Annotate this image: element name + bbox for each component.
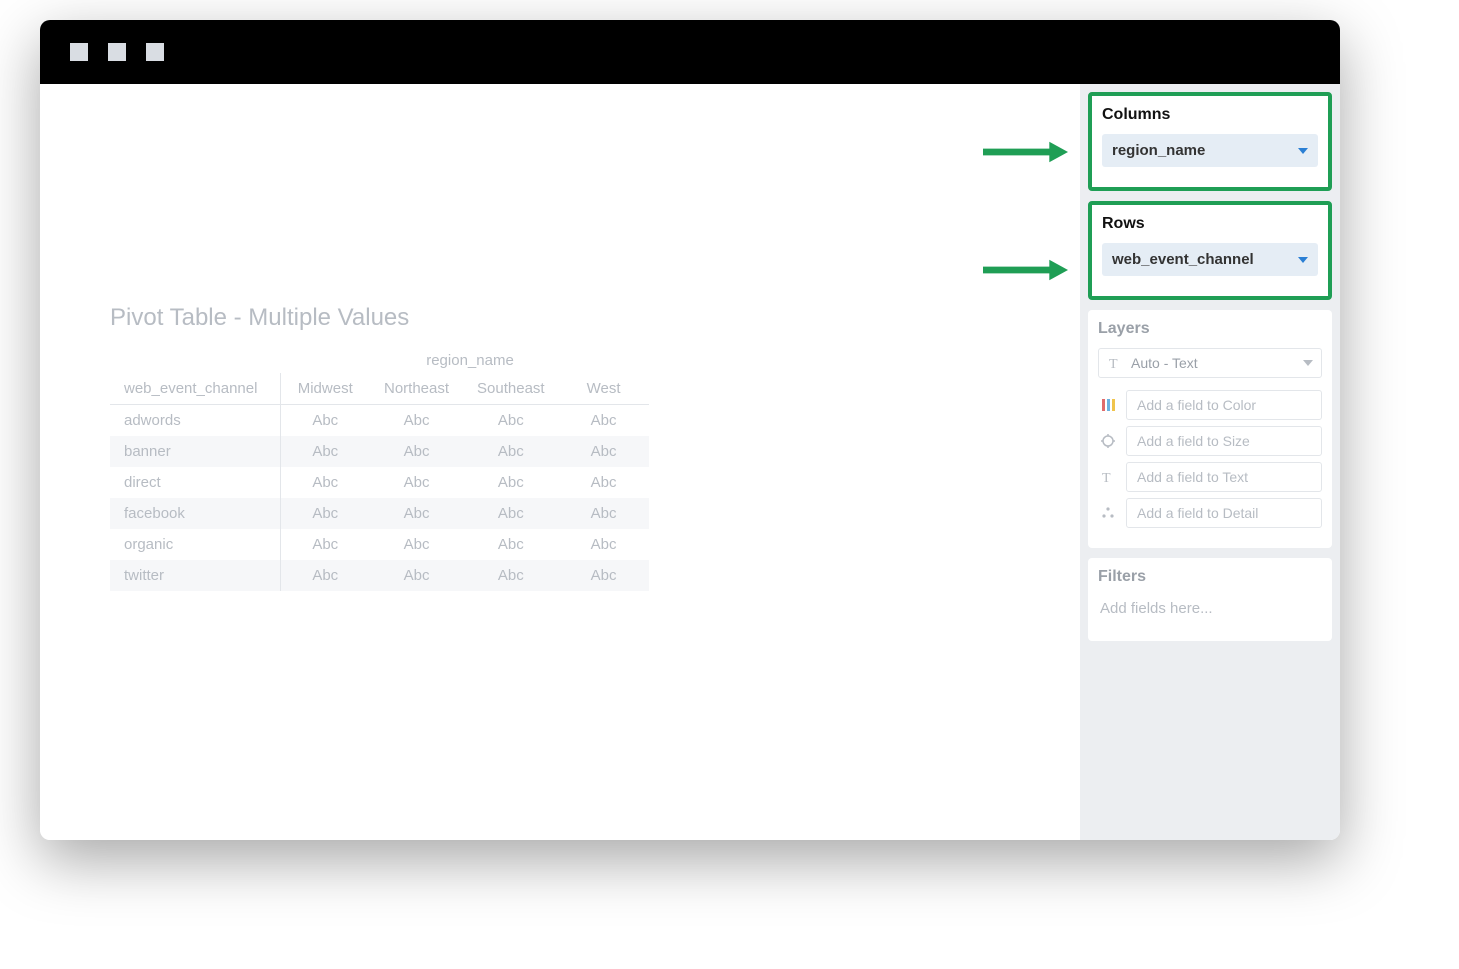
table-row: directAbcAbcAbcAbc xyxy=(110,467,649,498)
cell: Abc xyxy=(463,436,559,467)
pivot-table: web_event_channel Midwest Northeast Sout… xyxy=(110,373,649,591)
table-row: twitterAbcAbcAbcAbc xyxy=(110,560,649,591)
text-dropzone[interactable]: Add a field to Text xyxy=(1126,462,1322,492)
table-row: organicAbcAbcAbcAbc xyxy=(110,529,649,560)
pivot-title: Pivot Table - Multiple Values xyxy=(110,304,1040,332)
rows-pill-label: web_event_channel xyxy=(1112,251,1254,268)
titlebar-square-icon xyxy=(146,43,164,61)
columns-shelf[interactable]: Columns region_name xyxy=(1088,92,1332,191)
filters-placeholder: Add fields here... xyxy=(1098,596,1322,621)
cell: Abc xyxy=(370,436,463,467)
cell: Abc xyxy=(280,560,370,591)
dropdown-caret-icon xyxy=(1298,148,1308,154)
columns-pill[interactable]: region_name xyxy=(1102,134,1318,167)
detail-dropzone[interactable]: Add a field to Detail xyxy=(1126,498,1322,528)
column-super-header: region_name xyxy=(280,352,660,369)
columns-shelf-title: Columns xyxy=(1102,106,1318,124)
svg-text:T: T xyxy=(1109,357,1118,371)
table-row: adwordsAbcAbcAbcAbc xyxy=(110,405,649,437)
size-icon xyxy=(1098,433,1118,449)
filters-shelf[interactable]: Filters Add fields here... xyxy=(1088,558,1332,641)
columns-pill-label: region_name xyxy=(1112,142,1205,159)
cell: Abc xyxy=(463,405,559,437)
row-label: twitter xyxy=(110,560,280,591)
cell: Abc xyxy=(463,498,559,529)
rows-pill[interactable]: web_event_channel xyxy=(1102,243,1318,276)
row-label: adwords xyxy=(110,405,280,437)
row-label: organic xyxy=(110,529,280,560)
cell: Abc xyxy=(280,405,370,437)
dropdown-caret-icon xyxy=(1298,257,1308,263)
titlebar-square-icon xyxy=(70,43,88,61)
col-header: Midwest xyxy=(280,373,370,405)
cell: Abc xyxy=(463,529,559,560)
rows-shelf-title: Rows xyxy=(1102,215,1318,233)
layer-type-label: Auto - Text xyxy=(1131,355,1198,371)
text-icon: T xyxy=(1107,355,1123,371)
cell: Abc xyxy=(559,467,649,498)
table-row: bannerAbcAbcAbcAbc xyxy=(110,436,649,467)
col-header: Southeast xyxy=(463,373,559,405)
canvas: Pivot Table - Multiple Values region_nam… xyxy=(40,84,1080,840)
layer-type-select[interactable]: T Auto - Text xyxy=(1098,348,1322,378)
app-window: Pivot Table - Multiple Values region_nam… xyxy=(40,20,1340,840)
sidebar: Columns region_name Rows web_event_chann… xyxy=(1080,84,1340,840)
filters-shelf-title: Filters xyxy=(1098,568,1322,586)
row-label: direct xyxy=(110,467,280,498)
cell: Abc xyxy=(370,560,463,591)
detail-icon xyxy=(1098,505,1118,521)
main-area: Pivot Table - Multiple Values region_nam… xyxy=(40,84,1340,840)
cell: Abc xyxy=(280,529,370,560)
dropdown-caret-icon xyxy=(1303,360,1313,366)
cell: Abc xyxy=(280,498,370,529)
cell: Abc xyxy=(370,498,463,529)
titlebar xyxy=(40,20,1340,84)
cell: Abc xyxy=(280,467,370,498)
row-label: facebook xyxy=(110,498,280,529)
titlebar-square-icon xyxy=(108,43,126,61)
svg-text:T: T xyxy=(1102,471,1111,485)
cell: Abc xyxy=(559,498,649,529)
col-header: Northeast xyxy=(370,373,463,405)
row-label: banner xyxy=(110,436,280,467)
table-row: facebookAbcAbcAbcAbc xyxy=(110,498,649,529)
row-header-label: web_event_channel xyxy=(110,373,280,405)
cell: Abc xyxy=(370,467,463,498)
cell: Abc xyxy=(280,436,370,467)
cell: Abc xyxy=(370,529,463,560)
col-header: West xyxy=(559,373,649,405)
layers-shelf: Layers T Auto - Text Add xyxy=(1088,310,1332,548)
layers-shelf-title: Layers xyxy=(1098,320,1322,338)
cell: Abc xyxy=(559,405,649,437)
cell: Abc xyxy=(559,436,649,467)
color-icon xyxy=(1098,399,1118,411)
cell: Abc xyxy=(463,560,559,591)
rows-shelf[interactable]: Rows web_event_channel xyxy=(1088,201,1332,300)
cell: Abc xyxy=(463,467,559,498)
cell: Abc xyxy=(370,405,463,437)
cell: Abc xyxy=(559,529,649,560)
cell: Abc xyxy=(559,560,649,591)
text-icon: T xyxy=(1098,469,1118,485)
color-dropzone[interactable]: Add a field to Color xyxy=(1126,390,1322,420)
size-dropzone[interactable]: Add a field to Size xyxy=(1126,426,1322,456)
